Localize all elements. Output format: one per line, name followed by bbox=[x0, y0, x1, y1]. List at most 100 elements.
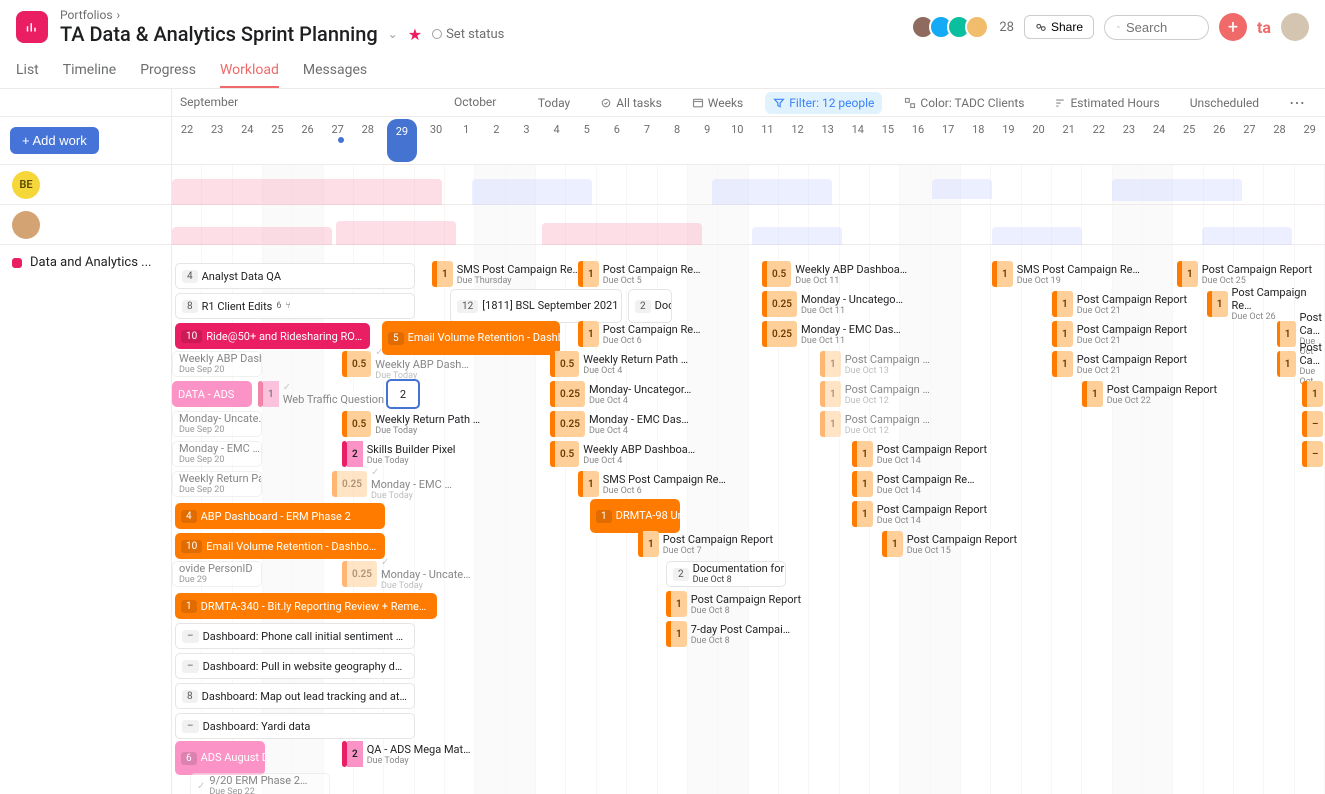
date-cell[interactable]: 4 bbox=[542, 117, 572, 164]
task[interactable]: 1Post Campaign …Due Oct 12 bbox=[820, 381, 930, 407]
task[interactable]: 10Email Volume Retention - Dashboard Bui… bbox=[175, 533, 385, 559]
task[interactable]: –Dashboard: Yardi data bbox=[175, 713, 415, 739]
date-cell[interactable]: 19 bbox=[993, 117, 1023, 164]
more-icon[interactable]: ⋯ bbox=[1281, 89, 1313, 116]
date-cell[interactable]: 29 bbox=[1295, 117, 1325, 164]
date-cell[interactable]: 18 bbox=[963, 117, 993, 164]
task[interactable]: 1Post Ca…Due Oct bbox=[1277, 351, 1325, 377]
task[interactable]: 1Post Campaign ReportDue Oct 21 bbox=[1052, 351, 1187, 377]
task[interactable]: 1SMS Post Campaign Re…Due Thursday bbox=[432, 261, 580, 287]
date-cell[interactable]: 3 bbox=[511, 117, 541, 164]
date-cell[interactable]: 11 bbox=[752, 117, 782, 164]
share-button[interactable]: Share bbox=[1024, 15, 1094, 39]
weeks-button[interactable]: Weeks bbox=[684, 92, 751, 114]
task[interactable]: 1Post Campaign Re…Due Oct 5 bbox=[578, 261, 700, 287]
date-cell[interactable]: 13 bbox=[813, 117, 843, 164]
date-cell[interactable]: 22 bbox=[1084, 117, 1114, 164]
breadcrumb[interactable]: Portfolios › bbox=[60, 8, 905, 22]
date-cell[interactable]: 25 bbox=[262, 117, 292, 164]
task[interactable]: 2Doc-um… bbox=[628, 289, 672, 323]
date-cell[interactable]: 26 bbox=[1204, 117, 1234, 164]
task[interactable]: 0.5Weekly ABP Dashboa…Due Oct 11 bbox=[762, 261, 907, 287]
date-cell[interactable]: 16 bbox=[903, 117, 933, 164]
task[interactable]: DATA - ADS bbox=[172, 381, 252, 407]
date-cell[interactable]: 21 bbox=[1054, 117, 1084, 164]
task[interactable]: 1Post Campaign ReportDue Oct 8 bbox=[666, 591, 801, 617]
date-cell[interactable]: 9 bbox=[692, 117, 722, 164]
task[interactable]: 0.25Monday - Uncatego…Due Oct 11 bbox=[762, 291, 903, 317]
task[interactable]: 0.25✓ Monday - EMC …Due Today bbox=[332, 471, 452, 497]
task[interactable]: Weekly Return Pa…Due Sep 20 bbox=[172, 471, 262, 497]
date-cell[interactable]: 6 bbox=[602, 117, 632, 164]
task[interactable]: 1Post Campaign ReportDue Oct 21 bbox=[1052, 291, 1187, 317]
date-cell[interactable]: 17 bbox=[933, 117, 963, 164]
task[interactable]: 1Post Campaign …Due Oct 12 bbox=[820, 411, 930, 437]
task[interactable]: 1DRMTA-340 - Bit.ly Reporting Review + R… bbox=[175, 593, 437, 619]
date-cell[interactable]: 27 bbox=[1234, 117, 1264, 164]
task[interactable]: 4ABP Dashboard - ERM Phase 2 bbox=[175, 503, 385, 529]
task-selected[interactable]: 2 bbox=[386, 379, 420, 409]
date-cell[interactable]: 2 bbox=[481, 117, 511, 164]
date-cell[interactable]: 1 bbox=[451, 117, 481, 164]
task[interactable]: Monday - EMC …Due Sep 20 bbox=[172, 441, 262, 467]
sidebar-project[interactable]: Data and Analytics ... bbox=[0, 245, 171, 280]
star-icon[interactable]: ★ bbox=[408, 25, 422, 44]
task[interactable]: 12[1811] BSL September 2021 Reports4⑂ bbox=[450, 289, 622, 323]
search-input[interactable] bbox=[1104, 15, 1209, 40]
task[interactable]: Monday- Uncate…Due Sep 20 bbox=[172, 411, 262, 437]
task[interactable]: 1Post Campaign Re…Due Oct 6 bbox=[578, 321, 700, 347]
user-avatar[interactable] bbox=[12, 211, 40, 239]
task[interactable]: 1 bbox=[1302, 381, 1323, 407]
task[interactable]: 5Email Volume Retention - Dashboard Tech… bbox=[382, 321, 560, 355]
date-cell[interactable]: 10 bbox=[722, 117, 752, 164]
date-cell[interactable]: 25 bbox=[1174, 117, 1204, 164]
date-cell[interactable]: 15 bbox=[873, 117, 903, 164]
tab-list[interactable]: List bbox=[16, 54, 39, 88]
task[interactable]: –Dashboard: Pull in website geography da… bbox=[175, 653, 415, 679]
task[interactable]: 1Post Campaign ReportDue Oct 7 bbox=[638, 531, 773, 557]
date-cell[interactable]: 5 bbox=[572, 117, 602, 164]
date-cell[interactable]: 14 bbox=[843, 117, 873, 164]
date-cell[interactable]: 27 bbox=[323, 117, 353, 164]
task[interactable]: ovide PersonIDDue 29 bbox=[172, 561, 262, 587]
task[interactable]: 0.25Monday - EMC Das…Due Oct 11 bbox=[762, 321, 901, 347]
task[interactable]: 17-day Post Campai…Due Oct 8 bbox=[666, 621, 790, 647]
today-button[interactable]: Today bbox=[530, 92, 578, 114]
tab-workload[interactable]: Workload bbox=[220, 54, 279, 88]
task[interactable]: 1Post Campaign ReportDue Oct 14 bbox=[852, 501, 987, 527]
task[interactable]: ✓9/20 ERM Phase 2…Due Sep 22 bbox=[190, 773, 330, 794]
date-cell[interactable]: 28 bbox=[1265, 117, 1295, 164]
task[interactable]: 0.5Weekly Return Path …Due Today bbox=[342, 411, 480, 437]
task[interactable]: 0.25Monday - EMC Das…Due Oct 4 bbox=[550, 411, 689, 437]
task[interactable]: 6ADS August Dashboard… bbox=[175, 741, 265, 775]
task[interactable]: 1DRMTA-98 Unique Bit.… bbox=[590, 499, 680, 533]
task[interactable]: 1Post Campaign ReportDue Oct 21 bbox=[1052, 321, 1187, 347]
task[interactable]: 0.5Weekly ABP Dashboa…Due Oct 4 bbox=[550, 441, 695, 467]
date-cell[interactable]: 8 bbox=[662, 117, 692, 164]
all-tasks-button[interactable]: All tasks bbox=[592, 92, 670, 114]
color-button[interactable]: Color: TADC Clients bbox=[896, 92, 1032, 114]
task[interactable]: 10Ride@50+ and Ridesharing ROI Report bbox=[175, 323, 370, 349]
date-cell[interactable]: 20 bbox=[1024, 117, 1054, 164]
task[interactable]: 1SMS Post Campaign Re…Due Oct 19 bbox=[992, 261, 1140, 287]
date-cell[interactable]: 23 bbox=[1114, 117, 1144, 164]
task[interactable]: 1SMS Post Campaign Re…Due Oct 6 bbox=[578, 471, 726, 497]
date-cell[interactable]: 28 bbox=[353, 117, 383, 164]
chevron-down-icon[interactable]: ⌄ bbox=[388, 27, 398, 41]
date-cell[interactable]: 24 bbox=[1144, 117, 1174, 164]
task[interactable]: 1Post Campaign ReportDue Oct 25 bbox=[1177, 261, 1312, 287]
add-button[interactable]: + bbox=[1219, 13, 1247, 41]
tab-progress[interactable]: Progress bbox=[140, 54, 196, 88]
task[interactable]: 1Post Campaign Re…Due Oct 14 bbox=[852, 471, 974, 497]
date-cell[interactable]: 7 bbox=[632, 117, 662, 164]
profile-avatar[interactable] bbox=[1281, 13, 1309, 41]
task[interactable]: 1Post Campaign …Due Oct 13 bbox=[820, 351, 930, 377]
logo-icon[interactable] bbox=[16, 11, 48, 43]
task[interactable]: 1Post Campaign ReportDue Oct 15 bbox=[882, 531, 1017, 557]
task[interactable]: 0.5Weekly Return Path …Due Oct 4 bbox=[550, 351, 688, 377]
task[interactable]: 2Documentation for D…Due Oct 8 bbox=[666, 561, 786, 587]
task[interactable]: 1✓ Web Traffic Question bbox=[258, 381, 384, 407]
date-cell[interactable]: 30 bbox=[421, 117, 451, 164]
unscheduled-button[interactable]: Unscheduled bbox=[1182, 92, 1267, 114]
tab-messages[interactable]: Messages bbox=[303, 54, 367, 88]
